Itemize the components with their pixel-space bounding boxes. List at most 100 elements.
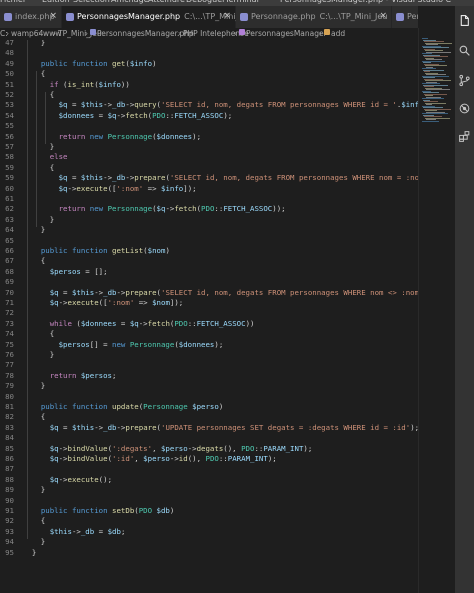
line-number: 85 xyxy=(5,443,14,453)
code-token: = xyxy=(94,526,108,536)
code-token: PDO xyxy=(205,454,219,463)
extensions-icon[interactable] xyxy=(458,130,471,143)
code-token: $q xyxy=(58,183,68,193)
menu-item[interactable]: Atteindre xyxy=(148,0,185,4)
code-token: while xyxy=(49,318,72,328)
code-token: public function xyxy=(40,506,108,515)
code-token: 'SELECT id, nom, degats FROM personnages… xyxy=(161,287,418,297)
menu-item[interactable]: Affichage xyxy=(111,0,149,4)
menu-item[interactable]: Déboguer xyxy=(186,0,225,4)
code-line[interactable]: public function get($info) xyxy=(23,59,157,69)
code-token: FETCH_ASSOC xyxy=(223,204,273,214)
code-line[interactable]: $q->execute([':nom' => $nom]); xyxy=(23,298,184,308)
files-icon[interactable] xyxy=(458,14,471,27)
code-line[interactable]: public function setDb(PDO $db) xyxy=(23,506,175,516)
code-line[interactable]: return new Personnage($q->fetch(PDO::FET… xyxy=(23,204,286,214)
code-token: ); xyxy=(303,443,313,453)
chevron-right-icon: › xyxy=(38,29,41,38)
code-token: ); xyxy=(192,131,202,141)
line-number: 53 xyxy=(5,100,14,110)
code-token: $this xyxy=(80,100,104,110)
line-number-gutter: 47 48 49 50 51 52 53 54 55 56 57 58 59 59 60 61 62 63 64 65… xyxy=(0,40,20,593)
menu-item[interactable]: Sélection xyxy=(73,0,110,4)
chevron-right-icon: › xyxy=(234,29,237,38)
code-line[interactable]: $q->bindValue(':degats', $perso->degats(… xyxy=(23,443,313,454)
code-token: $donnees xyxy=(80,318,117,328)
code-line[interactable]: $donnees = $q->fetch(PDO::FETCH_ASSOC); xyxy=(23,110,233,121)
code-line[interactable]: $q = $this->_db->prepare('SELECT id, nom… xyxy=(23,288,418,298)
debug-icon[interactable] xyxy=(458,102,471,115)
tab-bar: index.php × PersonnagesManager.php C:\...\T… xyxy=(0,6,418,28)
line-number: 49 xyxy=(5,58,14,68)
line-number: 63 xyxy=(5,214,14,224)
breadcrumb-item[interactable]: add xyxy=(331,29,345,38)
menu-item[interactable]: Fichier xyxy=(0,0,26,4)
line-number: 90 xyxy=(5,495,14,505)
line-number: 73 xyxy=(5,318,14,328)
method-icon xyxy=(324,29,330,35)
chevron-right-icon: › xyxy=(6,29,9,38)
code-line[interactable]: } xyxy=(23,548,36,558)
php-file-icon xyxy=(4,13,12,21)
menu-item[interactable]: Edition xyxy=(42,0,70,4)
code-line[interactable]: return new Personnage($donnees); xyxy=(23,132,201,142)
code-line[interactable]: return $persos; xyxy=(23,371,117,381)
code-token: return xyxy=(58,131,86,141)
code-line[interactable]: public function getList($nom) xyxy=(23,246,170,256)
code-token: (), xyxy=(187,454,206,463)
line-number: 50 xyxy=(5,69,14,79)
code-line[interactable]: else xyxy=(23,152,68,162)
code-token: -> xyxy=(103,100,113,110)
code-token: , xyxy=(152,443,161,453)
tab-1[interactable]: index.php × xyxy=(0,6,62,28)
indent-guide xyxy=(45,92,46,144)
code-line[interactable]: if (is_int($info)) xyxy=(23,80,130,90)
code-token: update xyxy=(112,402,139,411)
code-line[interactable]: $q->execute([':nom' => $info]); xyxy=(23,184,197,194)
indent-guide xyxy=(27,40,28,540)
breadcrumb-item[interactable]: PersonnagesManager xyxy=(246,29,327,38)
code-line[interactable]: while ($donnees = $q->fetch(PDO::FETCH_A… xyxy=(23,318,255,329)
line-number: 60 xyxy=(5,183,14,193)
code-line[interactable]: $q->bindValue(':id', $perso->id(), PDO::… xyxy=(23,454,277,464)
close-icon[interactable]: × xyxy=(49,11,57,21)
code-line[interactable]: $q = $this->_db->prepare('SELECT id, nom… xyxy=(23,173,418,183)
source-control-icon[interactable] xyxy=(458,74,471,87)
code-token: $this xyxy=(80,173,104,183)
tab-3[interactable]: Personnage.php C:\...\TP_Mini_Jeu × xyxy=(236,6,392,28)
line-number: 83 xyxy=(5,422,14,432)
code-token: new xyxy=(112,339,126,349)
minimap[interactable] xyxy=(418,28,455,593)
code-token: ); xyxy=(223,110,233,120)
tab-4[interactable]: PersonnagesMan xyxy=(392,6,418,28)
close-icon[interactable]: × xyxy=(223,11,231,21)
code-line[interactable]: $q = $this->_db->prepare('UPDATE personn… xyxy=(23,423,418,433)
menu-item[interactable]: Terminal xyxy=(225,0,259,4)
tab-2[interactable]: PersonnagesManager.php C:\...\TP_Mini_Jeu… xyxy=(62,6,252,28)
code-line[interactable]: $this->_db = $db; xyxy=(23,526,126,537)
code-token: )) xyxy=(120,79,130,89)
code-token: $donnees xyxy=(156,131,193,141)
code-line[interactable]: $q = $this->_db->query('SELECT id, nom, … xyxy=(23,100,418,110)
code-token: ':degats' xyxy=(112,443,153,453)
code-token: Personnage xyxy=(143,402,188,411)
code-line[interactable]: public function update(Personnage $perso… xyxy=(23,402,223,412)
code-line[interactable]: $persos = []; xyxy=(23,267,108,277)
code-token: prepare xyxy=(125,422,157,432)
code-editor[interactable]: 47 48 49 50 51 52 53 54 55 56 57 58 59 59 60 61 62 63 64 65… xyxy=(0,40,418,593)
code-token: ; xyxy=(120,526,126,536)
search-icon[interactable] xyxy=(458,44,471,57)
code-token: -> xyxy=(165,204,175,214)
line-number: 78 xyxy=(5,370,14,380)
code-token: (), xyxy=(223,443,242,453)
code-line[interactable]: $q->execute(); xyxy=(23,475,112,485)
code-token: return xyxy=(58,204,86,214)
indent-guide xyxy=(36,71,37,228)
code-token: Personnage xyxy=(107,204,153,214)
code-line[interactable]: $persos[] = new Personnage($donnees); xyxy=(23,339,224,350)
code-token: -> xyxy=(71,526,81,536)
close-icon[interactable]: × xyxy=(379,11,387,21)
line-number: 68 xyxy=(5,266,14,276)
